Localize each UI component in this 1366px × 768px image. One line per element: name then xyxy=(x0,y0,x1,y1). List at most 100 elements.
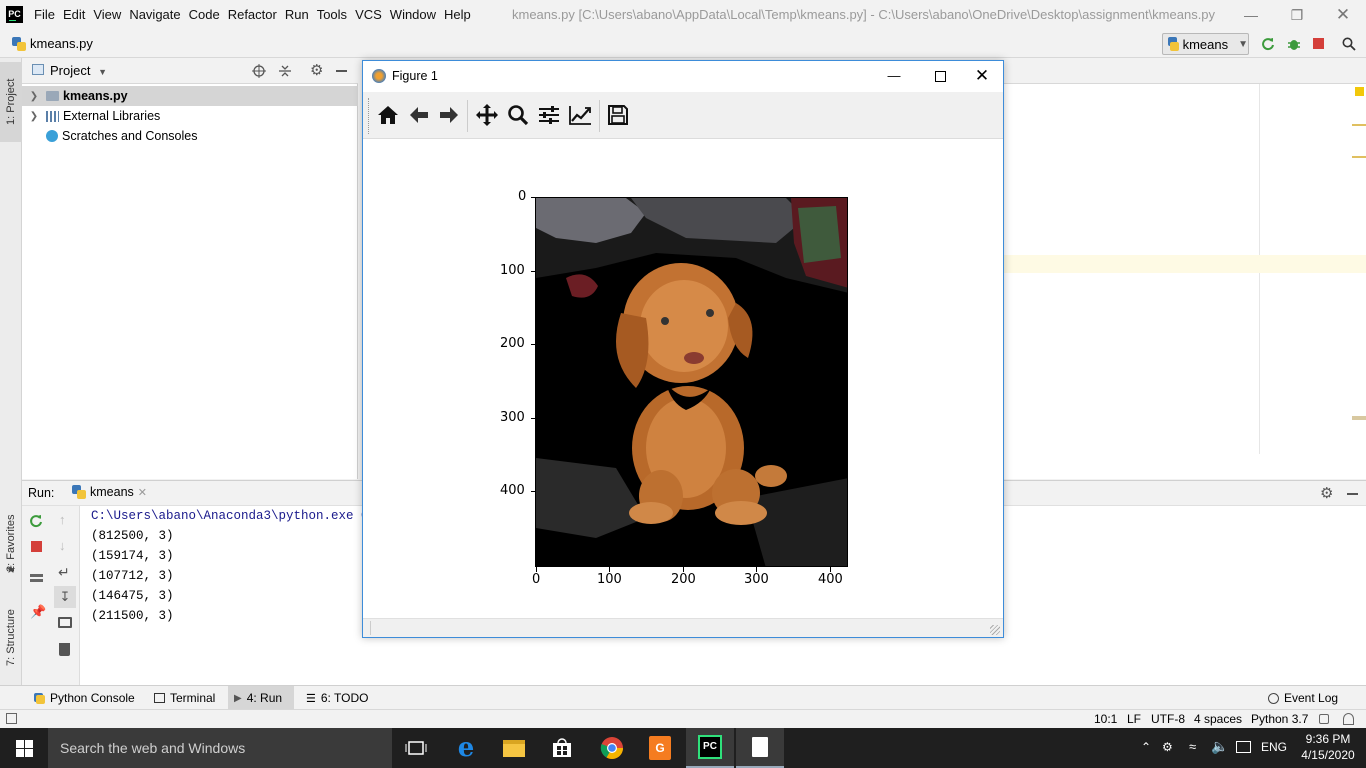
up-arrow-icon[interactable]: ↑ xyxy=(59,512,66,527)
tab-structure[interactable]: 7: Structure xyxy=(0,596,22,680)
run-tab-kmeans[interactable]: kmeans ✕ xyxy=(72,485,147,499)
task-view-icon[interactable] xyxy=(392,728,440,768)
zoom-icon[interactable] xyxy=(504,101,532,129)
tree-item[interactable]: ❯ kmeans.py xyxy=(22,86,358,106)
file-explorer-icon[interactable] xyxy=(490,728,538,768)
pan-icon[interactable] xyxy=(473,101,501,129)
forward-icon[interactable] xyxy=(435,101,463,129)
project-view-select[interactable]: Project ▼ xyxy=(50,63,107,78)
gear-icon[interactable]: ⚙ xyxy=(310,61,323,79)
volume-icon[interactable]: 🔈 xyxy=(1211,738,1228,755)
minimize-button[interactable]: — xyxy=(1228,0,1274,30)
figure-window-taskbar-icon[interactable] xyxy=(736,728,784,768)
breadcrumb[interactable]: kmeans.py xyxy=(12,36,93,51)
search-icon[interactable] xyxy=(1340,35,1358,53)
tab-project[interactable]: 1: Project xyxy=(0,62,22,142)
gear-icon[interactable]: ⚙ xyxy=(1320,484,1333,502)
hide-icon[interactable] xyxy=(336,70,347,72)
language-indicator[interactable]: ENG xyxy=(1261,740,1287,754)
figure-minimize-button[interactable]: — xyxy=(871,61,917,91)
wifi-icon[interactable]: ≈ xyxy=(1189,739,1196,754)
tab-todo[interactable]: ☰ 6: TODO xyxy=(300,686,374,710)
toggle-tool-windows-icon[interactable] xyxy=(6,713,17,724)
segmented-image[interactable] xyxy=(535,197,848,567)
indent-setting[interactable]: 4 spaces xyxy=(1194,712,1242,726)
chevron-right-icon: ❯ xyxy=(29,110,39,122)
interpreter[interactable]: Python 3.7 xyxy=(1251,712,1308,726)
menu-run[interactable]: Run xyxy=(281,0,313,30)
tab-terminal[interactable]: Terminal xyxy=(148,686,221,710)
menu-view[interactable]: View xyxy=(89,0,125,30)
scroll-marker xyxy=(1352,124,1366,126)
tree-item[interactable]: ❯ External Libraries xyxy=(22,106,358,126)
store-icon[interactable] xyxy=(538,728,586,768)
restore-button[interactable]: ❐ xyxy=(1274,0,1320,30)
caret-position[interactable]: 10:1 xyxy=(1094,712,1117,726)
windows-start-icon[interactable] xyxy=(0,728,48,768)
edit-curve-icon[interactable] xyxy=(566,101,594,129)
stop-icon[interactable] xyxy=(1313,38,1324,49)
down-arrow-icon[interactable]: ↓ xyxy=(59,538,66,553)
tab-run[interactable]: ▶ 4: Run xyxy=(228,686,294,710)
back-icon[interactable] xyxy=(405,101,433,129)
configure-icon[interactable] xyxy=(535,101,563,129)
stop-icon[interactable] xyxy=(31,541,42,552)
debug-icon[interactable] xyxy=(1285,35,1303,53)
chevron-up-icon[interactable]: ⌃ xyxy=(1141,740,1151,754)
lock-icon[interactable] xyxy=(1319,714,1329,724)
y-tick-mark xyxy=(531,418,536,419)
menu-refactor[interactable]: Refactor xyxy=(224,0,281,30)
close-tab-icon[interactable]: ✕ xyxy=(138,486,147,499)
taskbar-search-box[interactable]: Search the web and Windows xyxy=(48,728,392,768)
menu-vcs[interactable]: VCS xyxy=(351,0,386,30)
figure-close-button[interactable]: ✕ xyxy=(959,61,1005,91)
trash-icon[interactable] xyxy=(59,643,70,656)
tab-python-console[interactable]: Python Console xyxy=(28,686,141,710)
python-file-icon xyxy=(12,36,26,51)
rerun-icon[interactable] xyxy=(1259,35,1277,53)
layout-icon[interactable] xyxy=(30,574,43,584)
locate-icon[interactable] xyxy=(251,63,267,79)
hide-icon[interactable] xyxy=(1347,493,1358,495)
action-center-icon[interactable] xyxy=(1236,741,1251,753)
menu-tools[interactable]: Tools xyxy=(313,0,351,30)
figure-window[interactable]: Figure 1 — ✕ 0 100 200 300 400 0 100 200… xyxy=(362,60,1004,638)
soft-wrap-icon[interactable]: ↵ xyxy=(58,564,70,581)
menu-help[interactable]: Help xyxy=(440,0,475,30)
network-settings-icon[interactable]: ⚙ xyxy=(1162,740,1173,754)
chrome-icon[interactable] xyxy=(588,728,636,768)
clock[interactable]: 9:36 PM 4/15/2020 xyxy=(1298,731,1358,763)
resize-grip-icon[interactable] xyxy=(990,625,1000,635)
menu-code[interactable]: Code xyxy=(185,0,224,30)
tab-event-log[interactable]: Event Log xyxy=(1262,686,1344,710)
editor-area[interactable] xyxy=(1003,58,1366,479)
pdf-app-icon[interactable]: G xyxy=(636,728,684,768)
run-configuration-select[interactable]: kmeans ▼ xyxy=(1162,33,1249,55)
matplotlib-icon xyxy=(372,69,386,83)
print-icon[interactable] xyxy=(58,617,72,628)
close-button[interactable]: ✕ xyxy=(1320,0,1366,30)
inspector-icon[interactable] xyxy=(1343,713,1354,725)
rerun-icon[interactable] xyxy=(28,513,44,529)
save-icon[interactable] xyxy=(604,101,632,129)
scroll-to-end-icon[interactable]: ↧ xyxy=(54,586,76,608)
pycharm-taskbar-icon[interactable]: PC xyxy=(686,728,734,768)
home-icon[interactable] xyxy=(374,101,402,129)
toolbar-separator xyxy=(467,100,468,132)
file-encoding[interactable]: UTF-8 xyxy=(1151,712,1185,726)
x-tick-label: 300 xyxy=(744,572,769,587)
menu-edit[interactable]: Edit xyxy=(59,0,89,30)
pycharm-logo-icon: PC xyxy=(6,6,23,23)
menu-file[interactable]: File xyxy=(30,0,59,30)
pin-icon[interactable]: 📌 xyxy=(30,604,46,620)
figure-maximize-button[interactable] xyxy=(917,61,963,91)
tree-item[interactable]: Scratches and Consoles xyxy=(22,126,358,146)
figure-title-bar[interactable]: Figure 1 — ✕ xyxy=(363,61,1003,91)
collapse-all-icon[interactable] xyxy=(277,63,293,79)
line-separator[interactable]: LF xyxy=(1127,712,1141,726)
menu-navigate[interactable]: Navigate xyxy=(125,0,184,30)
menu-window[interactable]: Window xyxy=(386,0,440,30)
project-panel: Project ▼ ⚙ ❯ kmeans.py ❯ External Libra… xyxy=(22,58,358,479)
edge-icon[interactable]: e xyxy=(442,728,490,768)
toolbar-separator xyxy=(599,100,600,132)
